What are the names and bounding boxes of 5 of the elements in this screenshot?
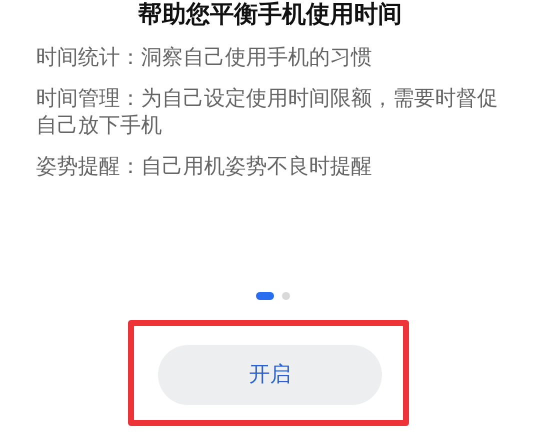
page-title: 帮助您平衡手机使用时间 xyxy=(138,0,402,28)
feature-text: 姿势提醒：自己用机姿势不良时提醒 xyxy=(36,153,373,180)
enable-button[interactable]: 开启 xyxy=(158,345,382,405)
feature-text: 时间统计：洞察自己使用手机的习惯 xyxy=(36,44,373,71)
feature-text: 时间管理：为自己设定使用时间限额，需要时督促自己放下手机 xyxy=(36,85,499,139)
